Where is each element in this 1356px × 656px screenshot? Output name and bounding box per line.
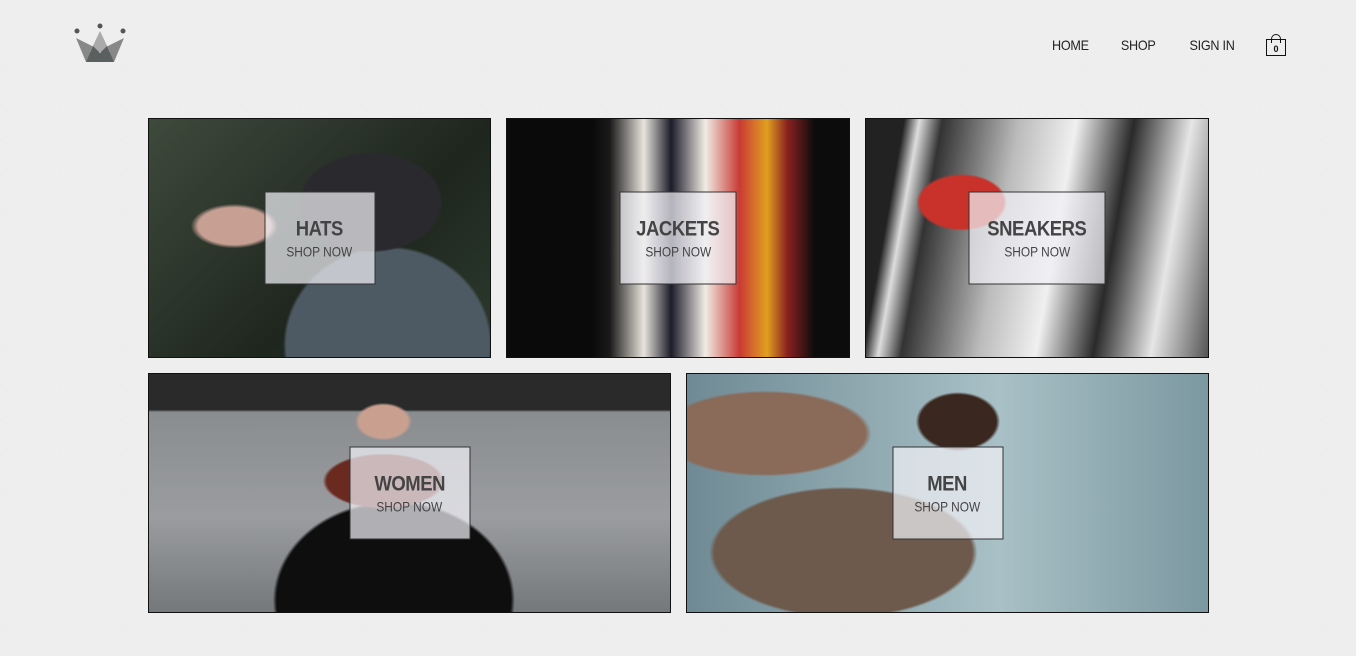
category-title: JACKETS (636, 217, 720, 240)
shop-now-link[interactable]: SHOP NOW (287, 243, 353, 259)
main-nav: HOME SHOP SIGN IN 0 (1050, 34, 1286, 56)
shop-now-link[interactable]: SHOP NOW (377, 498, 443, 514)
category-hats[interactable]: HATS SHOP NOW (148, 118, 491, 358)
nav-sign-in[interactable]: SIGN IN (1189, 37, 1234, 53)
category-title: HATS (295, 217, 344, 240)
category-men[interactable]: MEN SHOP NOW (686, 373, 1209, 613)
category-title: SNEAKERS (987, 217, 1087, 240)
shop-now-link[interactable]: SHOP NOW (645, 243, 711, 259)
shop-now-link[interactable]: SHOP NOW (1004, 243, 1070, 259)
category-label-box: JACKETS SHOP NOW (619, 191, 737, 285)
category-label-box: WOMEN SHOP NOW (349, 446, 470, 540)
category-sneakers[interactable]: SNEAKERS SHOP NOW (865, 118, 1209, 358)
category-title: WOMEN (374, 472, 445, 495)
category-label-box: MEN SHOP NOW (892, 446, 1003, 540)
category-women[interactable]: WOMEN SHOP NOW (148, 373, 671, 613)
nav-shop[interactable]: SHOP (1121, 37, 1156, 53)
crown-logo-icon[interactable] (74, 22, 126, 64)
category-label-box: SNEAKERS SHOP NOW (968, 191, 1106, 285)
category-jackets[interactable]: JACKETS SHOP NOW (506, 118, 850, 358)
category-title: MEN (927, 472, 968, 495)
shop-now-link[interactable]: SHOP NOW (915, 498, 981, 514)
cart-button[interactable]: 0 (1266, 34, 1286, 56)
category-label-box: HATS SHOP NOW (264, 191, 375, 285)
cart-count: 0 (1273, 44, 1279, 54)
nav-home[interactable]: HOME (1052, 37, 1089, 53)
